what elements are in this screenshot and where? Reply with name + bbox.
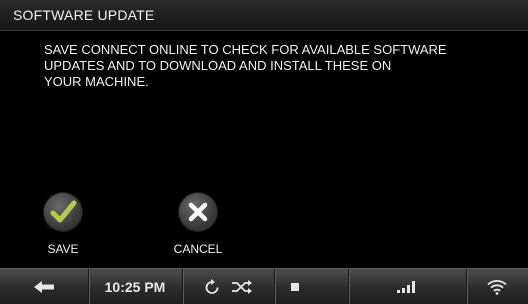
update-message: SAVE CONNECT ONLINE TO CHECK FOR AVAILAB… — [44, 42, 447, 89]
save-icon-circle[interactable] — [43, 192, 83, 232]
wifi-icon — [487, 279, 507, 295]
software-update-screen: SOFTWARE UPDATE SAVE CONNECT ONLINE TO C… — [0, 0, 528, 304]
cancel-button[interactable]: CANCEL — [158, 192, 238, 256]
close-icon — [188, 202, 208, 222]
title-bar: SOFTWARE UPDATE — [0, 0, 528, 31]
cancel-icon-circle[interactable] — [178, 192, 218, 232]
stop-button[interactable] — [274, 269, 349, 304]
wifi-indicator — [466, 269, 528, 304]
save-button[interactable]: SAVE — [23, 192, 103, 256]
repeat-icon[interactable] — [203, 278, 221, 295]
status-time: 10:25 PM — [104, 278, 166, 295]
cancel-label: CANCEL — [173, 242, 223, 256]
shuffle-icon[interactable] — [231, 279, 253, 294]
playback-mode-controls — [182, 269, 275, 304]
clock-area: 10:25 PM — [88, 269, 183, 304]
back-button[interactable] — [0, 269, 89, 304]
back-arrow-icon — [34, 280, 54, 293]
signal-indicator — [348, 269, 467, 304]
status-bar: 10:25 PM — [0, 268, 528, 304]
save-label: SAVE — [47, 242, 79, 256]
signal-bars-icon — [397, 280, 415, 293]
stop-icon — [291, 282, 299, 291]
page-title: SOFTWARE UPDATE — [13, 7, 155, 23]
checkmark-icon — [50, 200, 77, 223]
